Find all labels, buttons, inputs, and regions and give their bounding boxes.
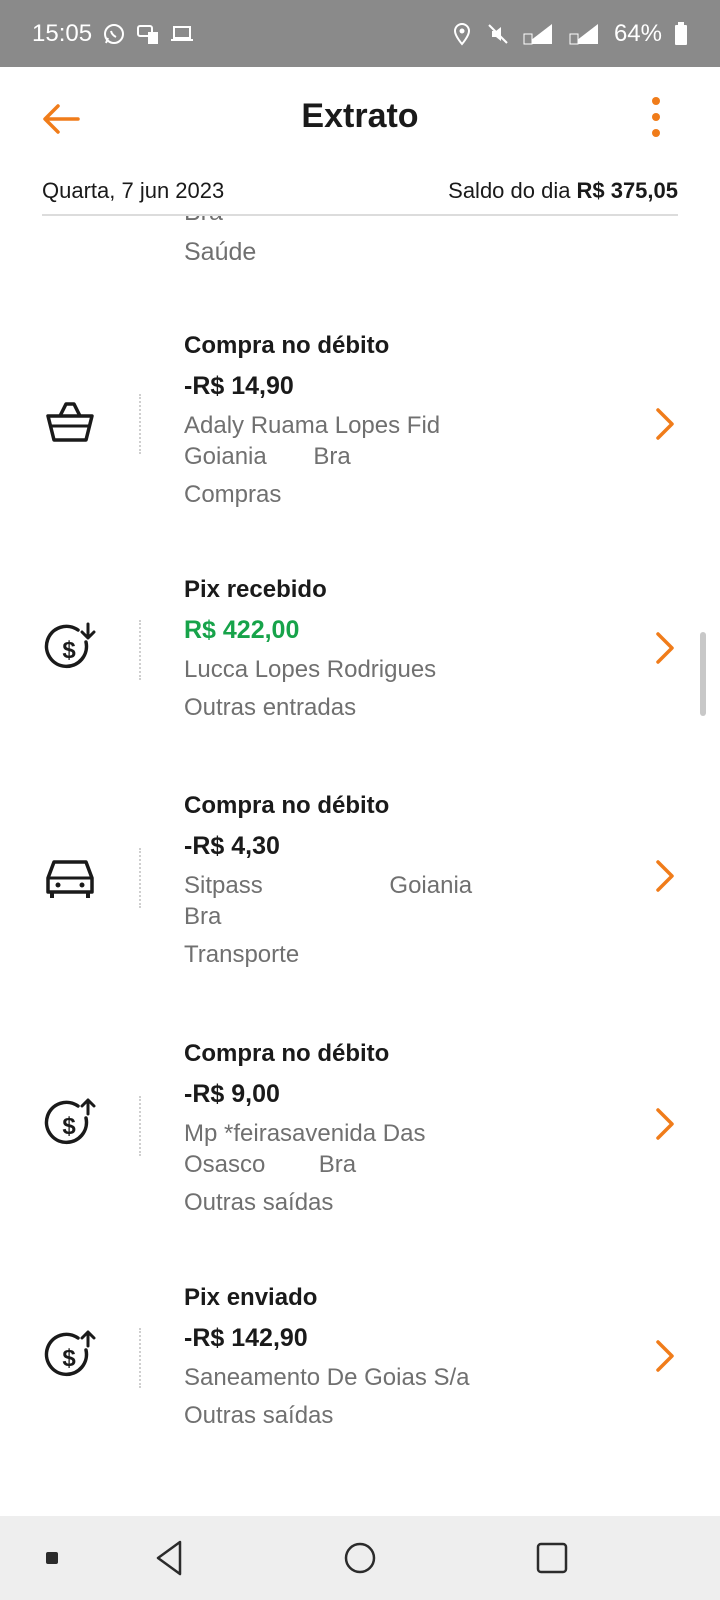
money-out-icon: $ (44, 1330, 96, 1377)
transaction-amount: -R$ 14,90 (184, 372, 294, 400)
app-header: Extrato (0, 67, 720, 167)
transaction-type: Pix recebido (184, 576, 327, 603)
page-title: Extrato (301, 97, 419, 135)
transaction-type: Compra no débito (184, 792, 390, 819)
clock: 15:05 (32, 19, 93, 47)
whatsapp-icon (104, 23, 125, 44)
timeline-dots (139, 1096, 141, 1156)
transaction-description: Sitpass Goiania Bra (184, 872, 473, 930)
transaction-amount: -R$ 142,90 (184, 1324, 308, 1352)
daily-balance-label: Saldo do dia (448, 178, 571, 203)
money-out-icon: $ (44, 1098, 96, 1145)
status-bar: 15:05 64% (0, 0, 720, 67)
statement-date: Quarta, 7 jun 2023 (42, 178, 225, 203)
partial-item-location: Bra (184, 216, 256, 232)
chevron-right-icon[interactable] (652, 1336, 678, 1376)
transaction-amount: -R$ 9,00 (184, 1080, 280, 1108)
svg-text:$: $ (62, 1345, 76, 1372)
battery-percent: 64% (613, 19, 662, 47)
partial-list-item[interactable]: Bra Saúde (184, 216, 256, 272)
chevron-right-icon[interactable] (652, 856, 678, 896)
scrollbar-thumb[interactable] (700, 632, 706, 716)
mute-icon (488, 23, 508, 44)
transaction-category: Outras saídas (184, 1189, 334, 1216)
transaction-category: Outras entradas (184, 694, 357, 721)
transaction-description: Saneamento De Goias S/a (184, 1364, 470, 1391)
date-balance-row: Quarta, 7 jun 2023 Saldo do dia R$ 375,05 (42, 168, 678, 214)
chevron-right-icon[interactable] (652, 1104, 678, 1144)
location-icon (453, 22, 470, 46)
laptop-icon (171, 25, 194, 41)
recents-dot-icon[interactable] (30, 1536, 74, 1580)
timeline-dots (139, 620, 141, 680)
transaction-category: Outras saídas (184, 1402, 334, 1429)
timeline-dots (139, 848, 141, 908)
svg-text:$: $ (62, 1113, 76, 1140)
timeline-dots (139, 394, 141, 454)
transaction-category: Transporte (184, 941, 300, 968)
chevron-right-icon[interactable] (652, 404, 678, 444)
transaction-type: Compra no débito (184, 1040, 390, 1067)
daily-balance: Saldo do dia R$ 375,05 (448, 178, 678, 204)
transaction-type: Pix enviado (184, 1284, 318, 1311)
transaction-amount: -R$ 4,30 (184, 832, 280, 860)
car-icon (46, 860, 94, 898)
battery-icon (675, 21, 687, 45)
transaction-description: Lucca Lopes Rodrigues (184, 656, 437, 683)
partial-item-category: Saúde (184, 238, 257, 266)
system-nav-bar (0, 1516, 720, 1600)
basket-icon (46, 402, 94, 442)
home-circle-icon[interactable] (338, 1536, 382, 1580)
transaction-list[interactable]: Bra Saúde Compra no débito -R$ 14,90 Ada… (0, 216, 720, 1516)
transaction-description: Adaly Ruama Lopes Fid Goiania Bra (184, 412, 441, 470)
signal-4g-sim2-icon (569, 23, 598, 44)
transaction-category: Compras (184, 481, 282, 508)
chevron-right-icon[interactable] (652, 628, 678, 668)
transaction-type: Compra no débito (184, 332, 390, 359)
chat-sim-icon (137, 24, 159, 44)
signal-4g-sim1-icon (523, 23, 552, 44)
more-options-icon[interactable] (644, 93, 668, 141)
money-in-icon: $ (44, 622, 96, 669)
back-triangle-icon[interactable] (148, 1536, 192, 1580)
transaction-description: Mp *feirasavenida Das Osasco Bra (184, 1120, 426, 1178)
transaction-amount: R$ 422,00 (184, 616, 300, 644)
daily-balance-value: R$ 375,05 (576, 178, 678, 203)
overview-square-icon[interactable] (530, 1536, 574, 1580)
timeline-dots (139, 1328, 141, 1388)
svg-text:$: $ (62, 637, 76, 664)
